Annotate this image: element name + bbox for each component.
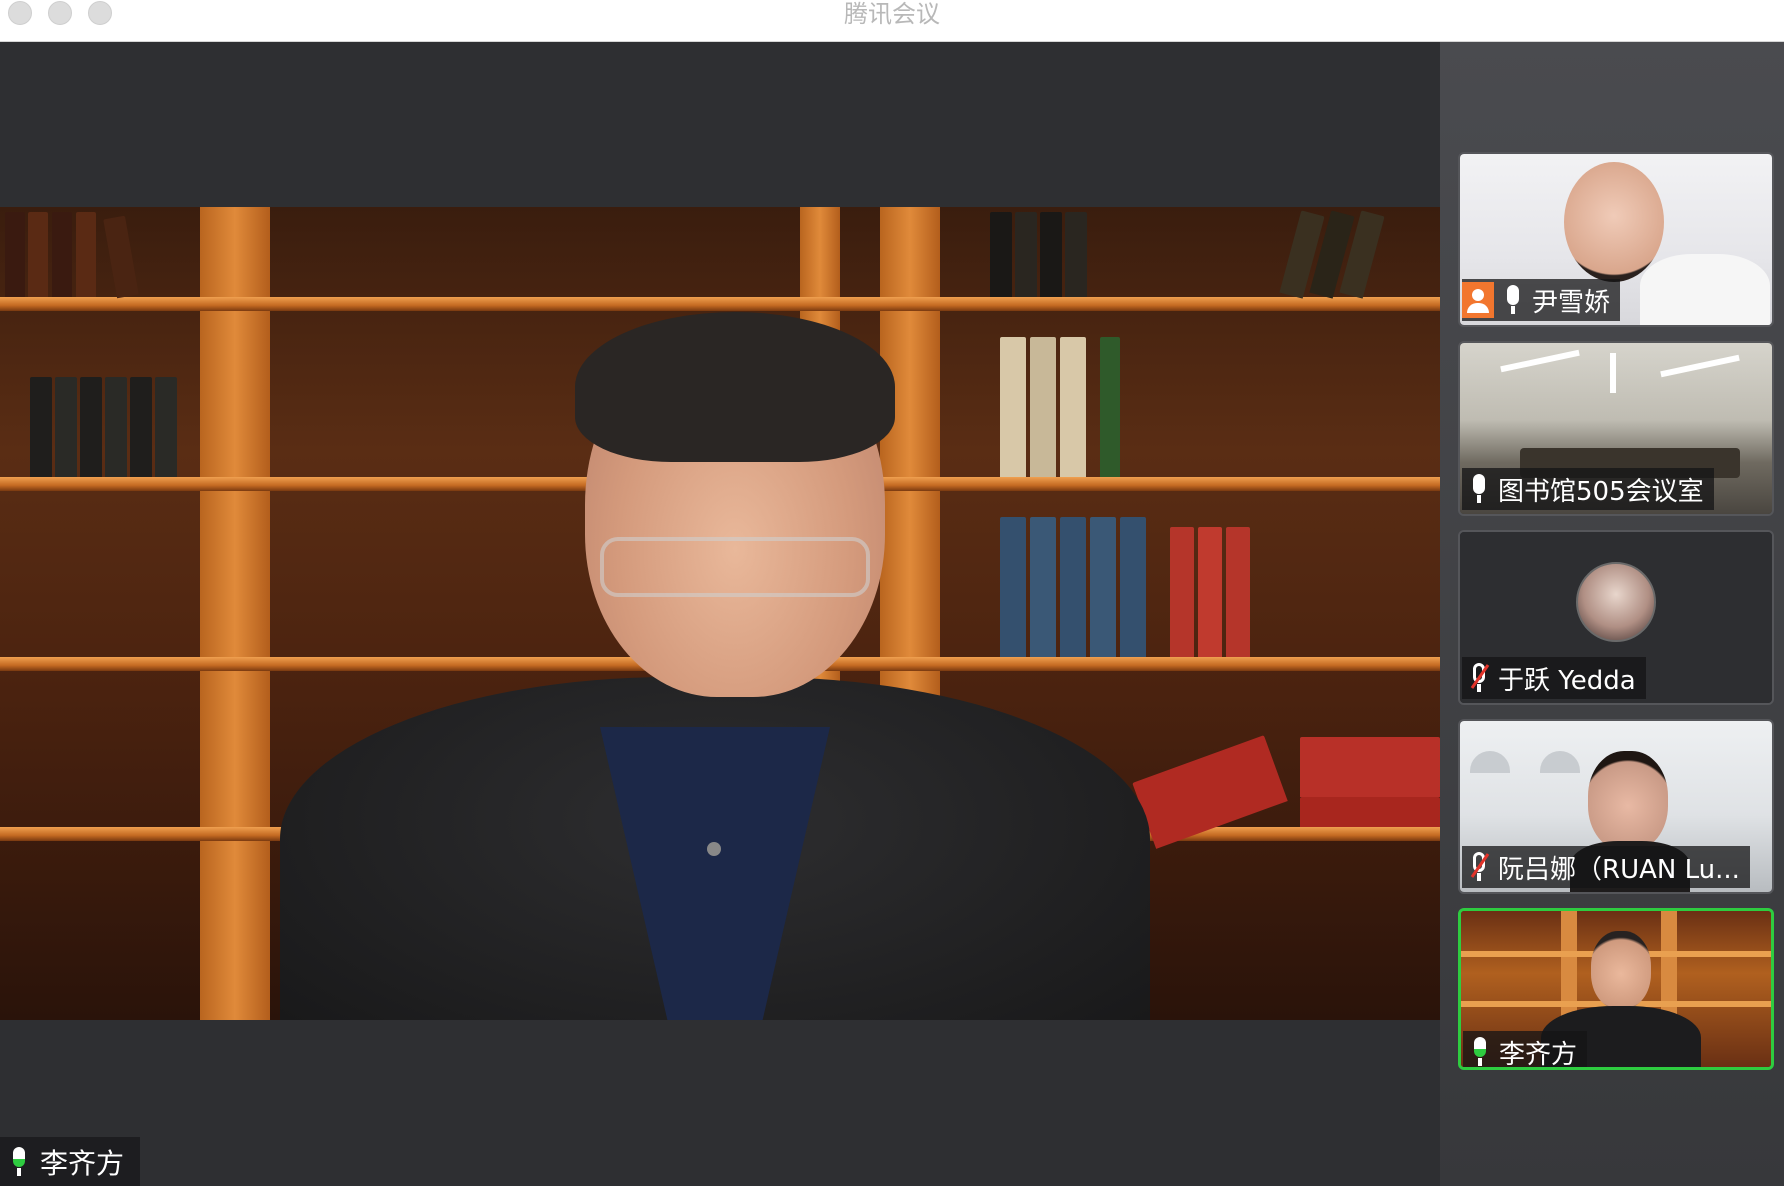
participant-name-tag: 于跃 Yedda	[1462, 657, 1646, 699]
participant-name-tag: 图书馆505会议室	[1462, 468, 1714, 510]
book-row	[1100, 677, 1440, 849]
participant-name: 尹雪娇	[1532, 287, 1611, 318]
avatar	[1576, 562, 1656, 642]
microphone-muted-icon	[1468, 852, 1490, 882]
book-row	[990, 207, 1430, 299]
main-speaker-name: 李齐方	[40, 1146, 125, 1180]
book-row	[1000, 327, 1240, 477]
shelf-board	[0, 297, 1440, 311]
participant-name-tag: 尹雪娇	[1462, 279, 1621, 321]
book-row	[0, 207, 200, 299]
participant-name: 于跃 Yedda	[1498, 665, 1636, 696]
microphone-icon	[8, 1146, 30, 1177]
participant-name: 图书馆505会议室	[1498, 476, 1704, 507]
microphone-icon	[1468, 474, 1490, 504]
main-speaker-name-tag: 李齐方	[0, 1137, 141, 1186]
participant-tile[interactable]: 阮吕娜（RUAN Lu...	[1458, 719, 1774, 894]
microphone-muted-icon	[1468, 663, 1490, 693]
participant-tile[interactable]: 尹雪娇	[1458, 152, 1774, 327]
book-row	[1000, 507, 1440, 657]
shirt-button	[707, 842, 721, 856]
bookshelf-pillar	[200, 207, 270, 1020]
participant-tile-active[interactable]: 李齐方	[1458, 908, 1774, 1070]
host-badge-icon	[1462, 282, 1494, 318]
participant-name-tag: 李齐方	[1463, 1031, 1588, 1070]
book-row	[30, 367, 200, 477]
main-stage	[0, 42, 1440, 1186]
participant-name: 李齐方	[1499, 1039, 1578, 1070]
microphone-icon	[1469, 1037, 1491, 1067]
participant-name: 阮吕娜（RUAN Lu...	[1498, 854, 1740, 885]
speaker-glasses	[600, 537, 870, 597]
microphone-icon	[1502, 285, 1524, 315]
main-speaker-video[interactable]	[0, 207, 1440, 1020]
participant-sidebar[interactable]: 尹雪娇 图书馆505会议室 于跃 Yedda 阮吕娜（RUAN Lu... 李齐…	[1440, 42, 1784, 1186]
speaker-hair	[575, 312, 895, 462]
participant-tile[interactable]: 图书馆505会议室	[1458, 341, 1774, 516]
window-title: 腾讯会议	[844, 0, 940, 28]
participant-name-tag: 阮吕娜（RUAN Lu...	[1462, 846, 1750, 888]
participant-tile[interactable]: 于跃 Yedda	[1458, 530, 1774, 705]
window-titlebar: 腾讯会议	[0, 0, 1784, 42]
